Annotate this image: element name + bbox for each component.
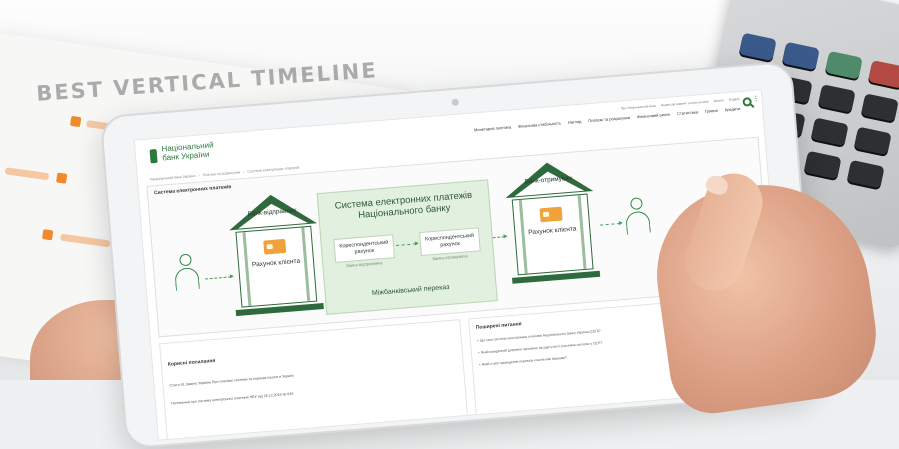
faq-item[interactable]: Що таке система електронних платежів Нац… xyxy=(477,329,601,343)
main-nav: Монетарна політика Фінансова стабільніст… xyxy=(474,106,741,132)
card-icon xyxy=(263,238,287,255)
timeline-bar xyxy=(4,167,50,181)
util-link[interactable]: Запити xyxy=(713,98,724,103)
arrow-icon xyxy=(395,243,417,247)
sender-corr-account: Кореспондентський рахунок xyxy=(333,234,396,263)
schema-title: Система електронних платежів xyxy=(153,184,232,197)
receiver-client-icon xyxy=(622,196,653,238)
sender-client-icon xyxy=(171,253,202,295)
nbu-system-block: Система електронних платежів Національно… xyxy=(316,179,498,315)
arrow-icon xyxy=(492,236,505,239)
nav-item[interactable]: Платежі та розрахунки xyxy=(588,115,630,123)
tablet-camera xyxy=(451,98,460,107)
nav-item[interactable]: Статистика xyxy=(677,109,698,116)
breadcrumb-item[interactable]: Національний банк України xyxy=(150,174,196,182)
timeline-dot xyxy=(56,172,68,184)
nav-item[interactable]: Нагляд xyxy=(568,119,582,125)
nav-item[interactable]: Кредити xyxy=(725,106,741,112)
receiver-corr-account: Кореспондентський рахунок xyxy=(419,227,481,257)
useful-links-title: Корисні посилання xyxy=(167,357,216,368)
util-link[interactable]: English xyxy=(729,97,740,102)
arrow-icon xyxy=(600,222,621,226)
sender-bank: Банк-відправник Рахунок клієнта xyxy=(226,191,325,320)
nav-item[interactable]: Фінансова стабільність xyxy=(518,120,561,128)
breadcrumb-item[interactable]: Платежі та розрахунки xyxy=(202,170,240,177)
useful-link[interactable]: Положення про систему електронних платеж… xyxy=(171,392,294,406)
card-icon xyxy=(539,206,563,223)
useful-link[interactable]: Статті 41 Закону України Про платіжні си… xyxy=(169,374,293,388)
nav-item[interactable]: Гривня xyxy=(705,108,718,114)
breadcrumb-item: Система електронних платежів xyxy=(247,165,300,174)
timeline-dot xyxy=(70,115,82,128)
faq-title: Поширені питання xyxy=(475,321,522,331)
receiver-bank: Банк-отримувач Рахунок клієнта xyxy=(503,159,601,288)
nbu-logo-icon[interactable] xyxy=(149,148,158,164)
faq-item[interactable]: Який строк проведення переказу коштів мі… xyxy=(479,356,567,367)
timeline-dot xyxy=(42,229,54,241)
util-link[interactable]: Про Національний банк xyxy=(621,104,656,111)
faq-item[interactable]: Який юридичний документ визначає засади … xyxy=(478,341,602,355)
util-link[interactable]: Фінансові новини та прес-релізи xyxy=(661,99,709,107)
timeline-bar xyxy=(59,233,111,248)
nav-item[interactable]: Монетарна політика xyxy=(474,124,512,132)
search-icon[interactable] xyxy=(742,97,752,107)
interbank-transfer-label: Міжбанківський переказ xyxy=(371,283,450,298)
more-menu-icon[interactable]: ⋮ xyxy=(752,95,760,103)
nav-item[interactable]: Фінансовий ринок xyxy=(637,112,670,120)
arrow-icon xyxy=(205,276,232,280)
site-logo[interactable]: Національний банк України xyxy=(161,140,214,162)
